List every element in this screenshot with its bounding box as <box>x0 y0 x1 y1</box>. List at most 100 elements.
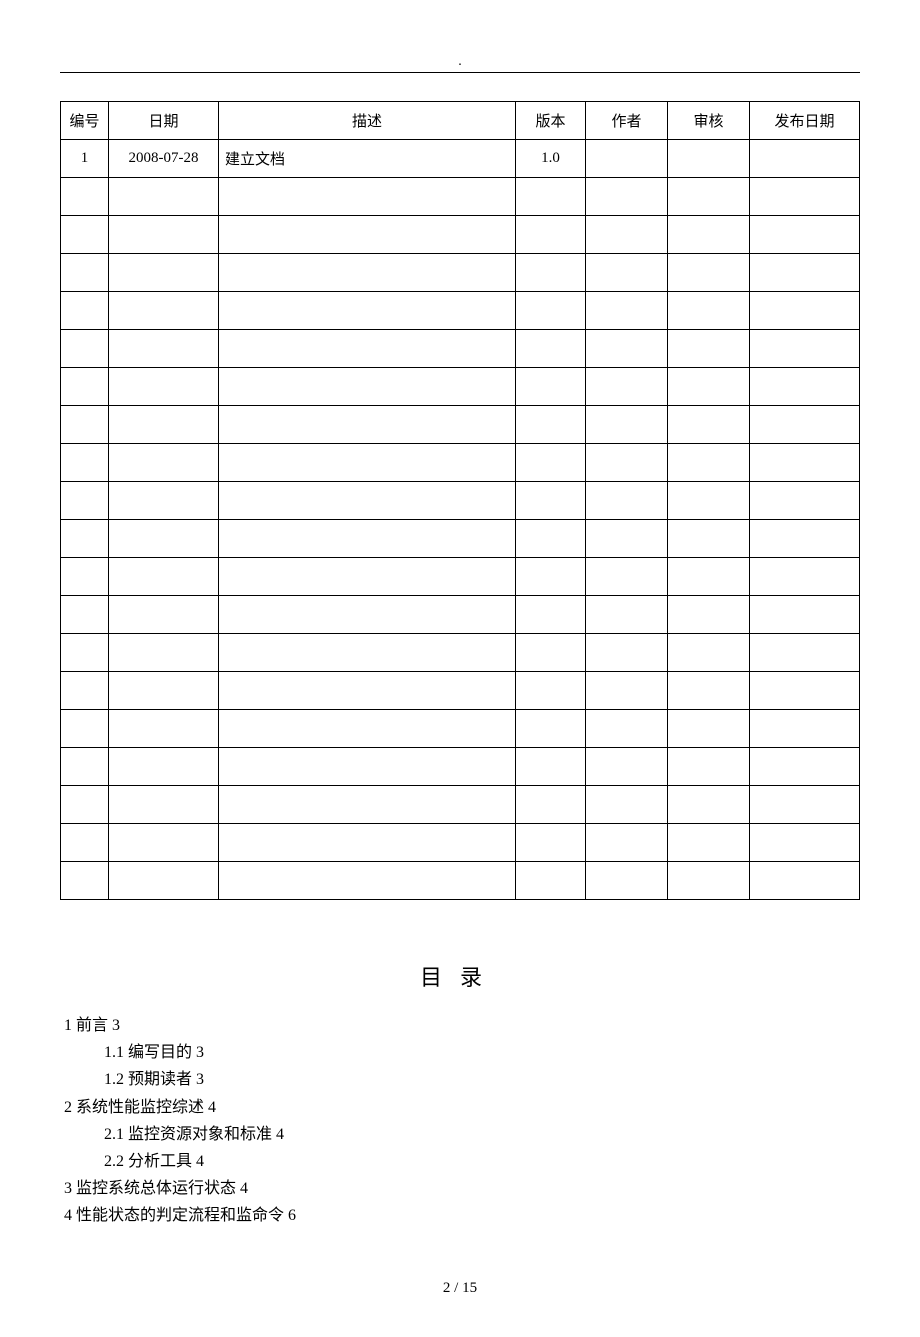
cell-reviewer <box>668 178 750 216</box>
toc-entry: 4 性能状态的判定流程和监命令 6 <box>64 1202 860 1229</box>
page-footer: 2 / 15 <box>60 1280 860 1297</box>
cell-pubdate <box>750 672 860 710</box>
cell-version <box>516 406 586 444</box>
cell-reviewer <box>668 824 750 862</box>
cell-reviewer <box>668 710 750 748</box>
cell-version <box>516 824 586 862</box>
cell-version <box>516 368 586 406</box>
table-row <box>61 482 860 520</box>
toc-entry: 2 系统性能监控综述 4 <box>64 1094 860 1121</box>
toc-entry: 2.1 监控资源对象和标准 4 <box>104 1121 860 1148</box>
table-row <box>61 368 860 406</box>
cell-pubdate <box>750 216 860 254</box>
cell-reviewer <box>668 862 750 900</box>
toc-entry: 2.2 分析工具 4 <box>104 1148 860 1175</box>
table-row <box>61 292 860 330</box>
table-row <box>61 710 860 748</box>
cell-date <box>109 178 219 216</box>
col-header-version: 版本 <box>516 102 586 140</box>
cell-version <box>516 178 586 216</box>
table-row <box>61 444 860 482</box>
cell-reviewer <box>668 368 750 406</box>
cell-desc <box>219 672 516 710</box>
cell-pubdate <box>750 786 860 824</box>
cell-pubdate <box>750 178 860 216</box>
cell-desc <box>219 786 516 824</box>
cell-date <box>109 254 219 292</box>
cell-version <box>516 254 586 292</box>
table-row <box>61 824 860 862</box>
table-row <box>61 216 860 254</box>
toc: 1 前言 31.1 编写目的 31.2 预期读者 32 系统性能监控综述 42.… <box>64 1012 860 1230</box>
cell-date <box>109 444 219 482</box>
cell-desc <box>219 292 516 330</box>
cell-author <box>586 824 668 862</box>
cell-date <box>109 748 219 786</box>
cell-no <box>61 786 109 824</box>
cell-author <box>586 216 668 254</box>
cell-no <box>61 330 109 368</box>
cell-desc <box>219 862 516 900</box>
cell-reviewer <box>668 520 750 558</box>
cell-version <box>516 672 586 710</box>
cell-reviewer <box>668 254 750 292</box>
cell-reviewer <box>668 748 750 786</box>
col-header-desc: 描述 <box>219 102 516 140</box>
cell-desc <box>219 710 516 748</box>
cell-no <box>61 482 109 520</box>
cell-version <box>516 292 586 330</box>
cell-author <box>586 254 668 292</box>
cell-version: 1.0 <box>516 140 586 178</box>
cell-no <box>61 862 109 900</box>
cell-no <box>61 292 109 330</box>
table-row <box>61 862 860 900</box>
cell-pubdate <box>750 520 860 558</box>
table-row <box>61 634 860 672</box>
cell-date: 2008-07-28 <box>109 140 219 178</box>
cell-reviewer <box>668 482 750 520</box>
cell-version <box>516 558 586 596</box>
header-mark: . <box>60 54 860 70</box>
cell-pubdate <box>750 368 860 406</box>
col-header-no: 编号 <box>61 102 109 140</box>
cell-version <box>516 748 586 786</box>
cell-author <box>586 786 668 824</box>
cell-version <box>516 862 586 900</box>
cell-reviewer <box>668 444 750 482</box>
cell-date <box>109 482 219 520</box>
cell-reviewer <box>668 216 750 254</box>
cell-pubdate <box>750 634 860 672</box>
cell-reviewer <box>668 140 750 178</box>
cell-date <box>109 824 219 862</box>
cell-version <box>516 216 586 254</box>
cell-no <box>61 710 109 748</box>
toc-entry: 1.1 编写目的 3 <box>104 1039 860 1066</box>
table-row <box>61 178 860 216</box>
cell-no <box>61 748 109 786</box>
cell-pubdate <box>750 444 860 482</box>
table-row <box>61 330 860 368</box>
cell-author <box>586 140 668 178</box>
cell-date <box>109 330 219 368</box>
revision-table: 编号 日期 描述 版本 作者 审核 发布日期 12008-07-28建立文档1.… <box>60 101 860 900</box>
cell-pubdate <box>750 254 860 292</box>
table-row <box>61 596 860 634</box>
cell-date <box>109 672 219 710</box>
cell-no <box>61 672 109 710</box>
cell-author <box>586 368 668 406</box>
cell-reviewer <box>668 558 750 596</box>
cell-date <box>109 710 219 748</box>
cell-version <box>516 482 586 520</box>
cell-pubdate <box>750 482 860 520</box>
cell-desc <box>219 596 516 634</box>
cell-author <box>586 710 668 748</box>
cell-reviewer <box>668 330 750 368</box>
table-row <box>61 254 860 292</box>
table-row: 12008-07-28建立文档1.0 <box>61 140 860 178</box>
document-page: . 编号 日期 描述 版本 作者 审核 发布日期 12008-07-28建立文档… <box>0 0 920 1337</box>
cell-pubdate <box>750 330 860 368</box>
cell-author <box>586 672 668 710</box>
cell-date <box>109 634 219 672</box>
cell-no <box>61 216 109 254</box>
toc-title: 目录 <box>60 960 860 992</box>
